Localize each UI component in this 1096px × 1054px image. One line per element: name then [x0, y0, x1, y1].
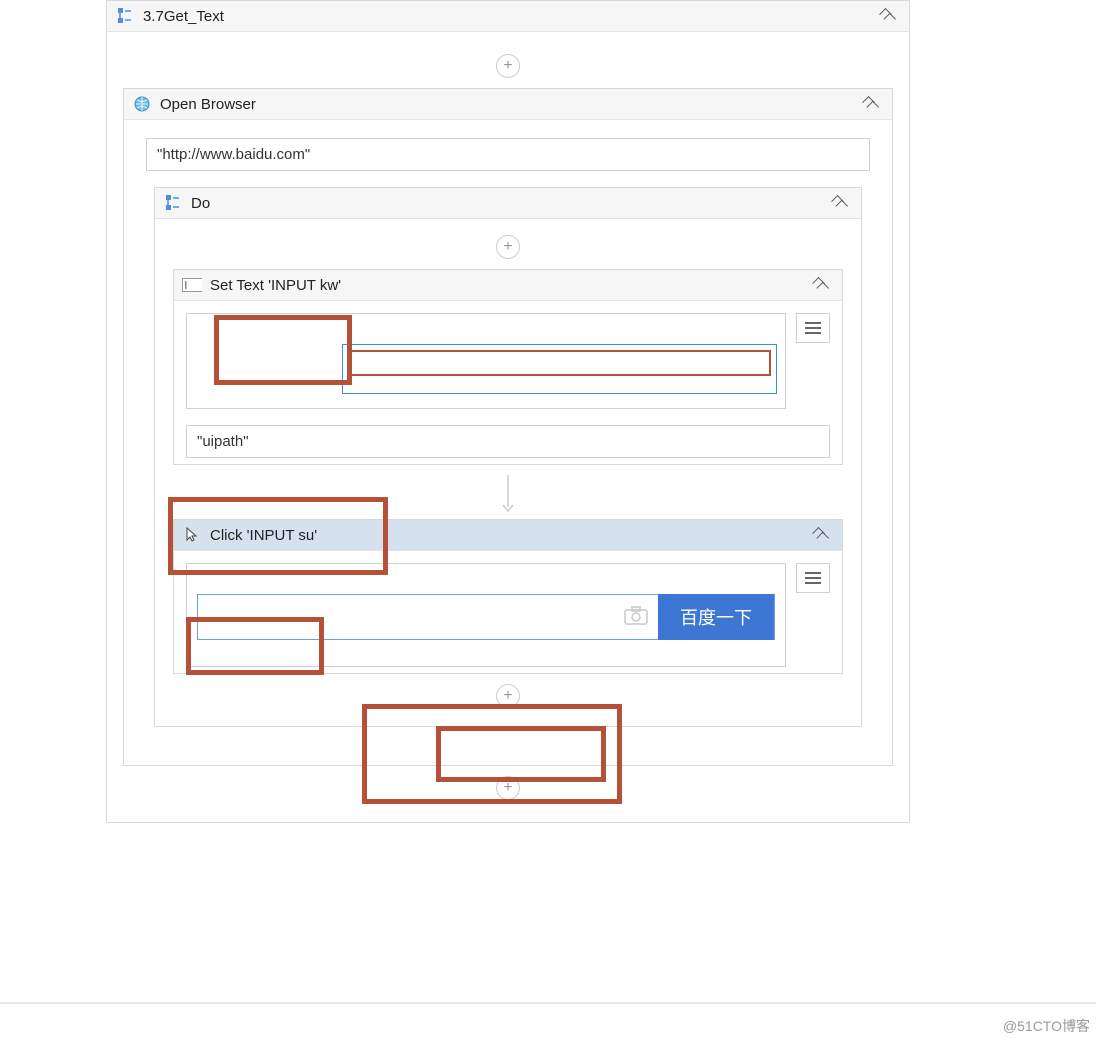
- do-header[interactable]: Do: [155, 188, 861, 219]
- baidu-search-button: 百度一下: [658, 594, 774, 640]
- set-text-selector-screenshot[interactable]: [186, 313, 786, 409]
- set-text-title: Set Text 'INPUT kw': [210, 277, 808, 294]
- chevron-up-icon: [814, 276, 828, 290]
- chevron-up-icon: [833, 194, 847, 208]
- chevron-up-icon: [881, 7, 895, 21]
- do-panel[interactable]: Do +: [154, 187, 862, 727]
- plus-icon: +: [496, 776, 520, 800]
- plus-icon: +: [496, 54, 520, 78]
- click-activity[interactable]: Click 'INPUT su': [173, 519, 843, 674]
- url-value: "http://www.baidu.com": [157, 146, 310, 163]
- camera-icon: [624, 605, 648, 629]
- watermark: @51CTO博客: [1003, 1016, 1090, 1036]
- selector-options-button[interactable]: [796, 563, 830, 593]
- collapse-toggle[interactable]: [808, 526, 834, 544]
- baidu-button-label: 百度一下: [680, 608, 752, 628]
- open-browser-title: Open Browser: [160, 96, 858, 113]
- set-text-value-input[interactable]: "uipath": [186, 425, 830, 458]
- hamburger-icon: [805, 572, 821, 584]
- flow-arrow: [163, 465, 853, 519]
- chevron-up-icon: [864, 95, 878, 109]
- globe-icon: [132, 94, 152, 114]
- url-input[interactable]: "http://www.baidu.com": [146, 138, 870, 171]
- collapse-toggle[interactable]: [875, 7, 901, 25]
- sequence-header[interactable]: 3.7Get_Text: [107, 1, 909, 32]
- add-activity-do-top[interactable]: +: [163, 225, 853, 269]
- add-activity-top[interactable]: +: [119, 44, 897, 88]
- chevron-up-icon: [814, 526, 828, 540]
- sequence-icon: [163, 193, 183, 213]
- sequence-icon: [115, 6, 135, 26]
- click-selector-screenshot[interactable]: 百度一下: [186, 563, 786, 667]
- add-activity-do-bottom[interactable]: +: [163, 674, 853, 718]
- do-title: Do: [191, 195, 827, 212]
- cursor-icon: [182, 525, 202, 545]
- collapse-toggle[interactable]: [827, 194, 853, 212]
- open-browser-panel[interactable]: Open Browser "http://www.baidu.com" Do: [123, 88, 893, 766]
- click-header[interactable]: Click 'INPUT su': [174, 520, 842, 551]
- text-input-icon: [182, 275, 202, 295]
- sequence-panel[interactable]: 3.7Get_Text + Open Browser "http://www: [106, 0, 910, 823]
- plus-icon: +: [496, 235, 520, 259]
- collapse-toggle[interactable]: [858, 95, 884, 113]
- add-activity-bottom[interactable]: +: [119, 766, 897, 810]
- collapse-toggle[interactable]: [808, 276, 834, 294]
- set-text-value: "uipath": [197, 433, 249, 450]
- separator: [0, 1002, 1096, 1004]
- hamburger-icon: [805, 322, 821, 334]
- set-text-activity[interactable]: Set Text 'INPUT kw': [173, 269, 843, 465]
- open-browser-header[interactable]: Open Browser: [124, 89, 892, 120]
- selector-options-button[interactable]: [796, 313, 830, 343]
- sequence-title: 3.7Get_Text: [143, 8, 875, 25]
- set-text-header[interactable]: Set Text 'INPUT kw': [174, 270, 842, 301]
- click-title: Click 'INPUT su': [210, 527, 808, 544]
- plus-icon: +: [496, 684, 520, 708]
